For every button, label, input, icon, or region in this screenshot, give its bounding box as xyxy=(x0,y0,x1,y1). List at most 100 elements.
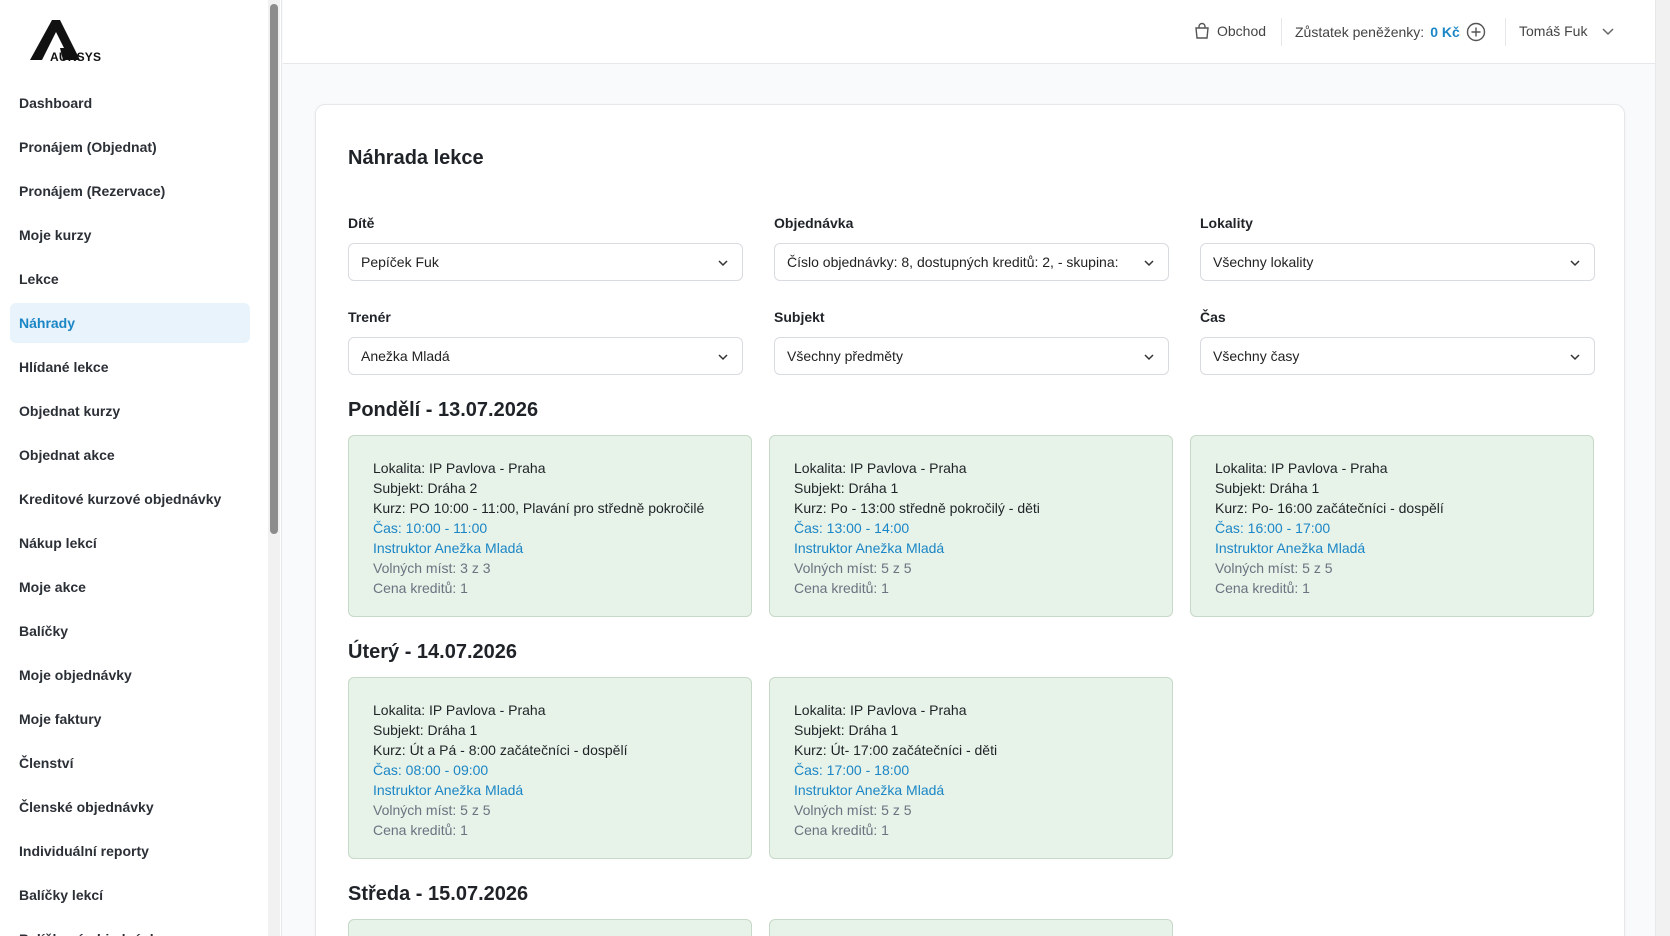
topbar-divider xyxy=(1505,18,1506,46)
user-name: Tomáš Fuk xyxy=(1519,23,1588,39)
lesson-course: Kurz: Út a Pá - 8:00 začátečníci - dospě… xyxy=(373,742,628,758)
sidebar-item-pronajem-rezervace[interactable]: Pronájem (Rezervace) xyxy=(10,171,250,211)
lesson-card[interactable]: Lokalita: IP Pavlova - Praha Subjekt: Dr… xyxy=(1190,435,1594,617)
sidebar-item-moje-faktury[interactable]: Moje faktury xyxy=(10,699,250,739)
lesson-subject: Subjekt: Dráha 1 xyxy=(794,480,899,496)
shop-label: Obchod xyxy=(1217,23,1267,39)
sidebar-item-balicky-lekci[interactable]: Balíčky lekcí xyxy=(10,875,250,915)
day-heading: Pondělí - 13.07.2026 xyxy=(348,399,539,421)
shopping-bag-icon xyxy=(1195,22,1209,39)
lesson-course: Kurz: Út- 17:00 začátečníci - děti xyxy=(794,742,998,758)
wallet-label: Zůstatek peněženky: xyxy=(1295,24,1425,40)
order-select-value: Číslo objednávky: 8, dostupných kreditů:… xyxy=(787,254,1119,270)
lesson-time: Čas: 17:00 - 18:00 xyxy=(794,762,910,778)
chevron-down-icon xyxy=(1570,354,1580,361)
lesson-subject: Subjekt: Dráha 1 xyxy=(794,722,899,738)
day-heading: Úterý - 14.07.2026 xyxy=(348,641,518,663)
chevron-down-icon xyxy=(1570,260,1580,267)
chevron-down-icon xyxy=(718,354,728,361)
sidebar: AUKSYS Dashboard Pronájem (Objednat) Proná… xyxy=(0,0,282,936)
page-title: Náhrada lekce xyxy=(348,147,484,169)
lesson-instructor: Instruktor Anežka Mladá xyxy=(373,540,524,556)
sidebar-item-objednat-kurzy[interactable]: Objednat kurzy xyxy=(10,391,250,431)
lesson-card[interactable]: Lokalita: IP Pavlova - Praha Subjekt: Dr… xyxy=(769,677,1173,859)
logo-text: AUKSYS xyxy=(50,50,102,64)
lesson-location: Lokalita: IP Pavlova - Praha xyxy=(373,460,546,476)
sidebar-item-balicky[interactable]: Balíčky xyxy=(10,611,250,651)
order-select[interactable]: Číslo objednávky: 8, dostupných kreditů:… xyxy=(774,243,1169,281)
trainer-select[interactable]: Anežka Mladá xyxy=(348,337,743,375)
page-scrollbar[interactable] xyxy=(1655,0,1670,936)
lesson-location: Lokalita: IP Pavlova - Praha xyxy=(794,460,967,476)
lesson-card[interactable] xyxy=(769,919,1173,936)
sidebar-scrollbar-thumb[interactable] xyxy=(270,4,278,534)
lesson-time: Čas: 08:00 - 09:00 xyxy=(373,762,489,778)
chevron-down-icon xyxy=(718,260,728,267)
lesson-card[interactable]: Lokalita: IP Pavlova - Praha Subjekt: Dr… xyxy=(348,677,752,859)
lesson-free-spots: Volných míst: 3 z 3 xyxy=(373,560,491,576)
chevron-down-icon xyxy=(1144,354,1154,361)
lesson-card[interactable]: Lokalita: IP Pavlova - Praha Subjekt: Dr… xyxy=(769,435,1173,617)
sidebar-nav: Dashboard Pronájem (Objednat) Pronájem (Re… xyxy=(10,83,250,936)
time-label: Čas xyxy=(1200,309,1226,325)
wallet-balance: Zůstatek peněženky: 0 Kč xyxy=(1295,22,1486,42)
sidebar-item-nahrady[interactable]: Náhrady xyxy=(10,303,250,343)
child-select[interactable]: Pepíček Fuk xyxy=(348,243,743,281)
lesson-instructor: Instruktor Anežka Mladá xyxy=(1215,540,1366,556)
sidebar-item-lekce[interactable]: Lekce xyxy=(10,259,250,299)
subject-select-value: Všechny předměty xyxy=(787,348,903,364)
lesson-price: Cena kreditů: 1 xyxy=(794,822,889,838)
wallet-amount: 0 Kč xyxy=(1430,24,1460,40)
chevron-down-icon xyxy=(1602,28,1614,36)
time-select[interactable]: Všechny časy xyxy=(1200,337,1595,375)
lesson-price: Cena kreditů: 1 xyxy=(373,822,468,838)
sidebar-item-clenske-objednavky[interactable]: Členské objednávky xyxy=(10,787,250,827)
sidebar-item-moje-kurzy[interactable]: Moje kurzy xyxy=(10,215,250,255)
sidebar-item-nakup-lekci[interactable]: Nákup lekcí xyxy=(10,523,250,563)
location-label: Lokality xyxy=(1200,215,1253,231)
lesson-subject: Subjekt: Dráha 2 xyxy=(373,480,478,496)
user-menu[interactable]: Tomáš Fuk xyxy=(1519,22,1617,40)
lesson-price: Cena kreditů: 1 xyxy=(794,580,889,596)
day-heading: Středa - 15.07.2026 xyxy=(348,883,529,905)
lesson-card[interactable]: Lokalita: IP Pavlova - Praha Subjekt: Dr… xyxy=(348,435,752,617)
lesson-price: Cena kreditů: 1 xyxy=(373,580,468,596)
lesson-price: Cena kreditů: 1 xyxy=(1215,580,1310,596)
sidebar-item-individualni-reporty[interactable]: Individuální reporty xyxy=(10,831,250,871)
child-select-value: Pepíček Fuk xyxy=(361,254,439,270)
lesson-course: Kurz: PO 10:00 - 11:00, Plavání pro stře… xyxy=(373,500,705,516)
sidebar-item-clenstvi[interactable]: Členství xyxy=(10,743,250,783)
lesson-free-spots: Volných míst: 5 z 5 xyxy=(794,560,912,576)
location-select[interactable]: Všechny lokality xyxy=(1200,243,1595,281)
lesson-card[interactable] xyxy=(348,919,752,936)
lesson-free-spots: Volných míst: 5 z 5 xyxy=(1215,560,1333,576)
sidebar-item-hlidane-lekce[interactable]: Hlídané lekce xyxy=(10,347,250,387)
auksys-logo[interactable]: AUKSYS xyxy=(30,18,110,64)
sidebar-item-objednat-akce[interactable]: Objednat akce xyxy=(10,435,250,475)
lesson-instructor: Instruktor Anežka Mladá xyxy=(794,782,945,798)
lesson-instructor: Instruktor Anežka Mladá xyxy=(794,540,945,556)
child-label: Dítě xyxy=(348,215,375,231)
subject-select[interactable]: Všechny předměty xyxy=(774,337,1169,375)
lesson-free-spots: Volných míst: 5 z 5 xyxy=(373,802,491,818)
lesson-subject: Subjekt: Dráha 1 xyxy=(1215,480,1320,496)
lesson-course: Kurz: Po- 16:00 začátečníci - dospělí xyxy=(1215,500,1444,516)
location-select-value: Všechny lokality xyxy=(1213,254,1314,270)
order-label: Objednávka xyxy=(774,215,854,231)
lesson-location: Lokalita: IP Pavlova - Praha xyxy=(794,702,967,718)
sidebar-item-pronajem-objednat[interactable]: Pronájem (Objednat) xyxy=(10,127,250,167)
sidebar-item-balickove-objednavky[interactable]: Balíčkové objednávky xyxy=(10,919,250,936)
sidebar-item-moje-akce[interactable]: Moje akce xyxy=(10,567,250,607)
sidebar-item-kreditove-kurzove-objednavky[interactable]: Kreditové kurzové objednávky xyxy=(10,479,250,519)
lesson-free-spots: Volných míst: 5 z 5 xyxy=(794,802,912,818)
lesson-course: Kurz: Po - 13:00 středně pokročilý - dět… xyxy=(794,500,1040,516)
plus-circle-icon[interactable] xyxy=(1466,22,1486,42)
lesson-location: Lokalita: IP Pavlova - Praha xyxy=(1215,460,1388,476)
sidebar-item-moje-objednavky[interactable]: Moje objednávky xyxy=(10,655,250,695)
shop-link[interactable]: Obchod xyxy=(1193,22,1266,40)
time-select-value: Všechny časy xyxy=(1213,348,1300,364)
sidebar-item-dashboard[interactable]: Dashboard xyxy=(10,83,250,123)
subject-label: Subjekt xyxy=(774,309,825,325)
topbar-divider xyxy=(1281,18,1282,46)
replacement-card: Náhrada lekce Dítě Pepíček Fuk Objednávk… xyxy=(315,104,1625,936)
